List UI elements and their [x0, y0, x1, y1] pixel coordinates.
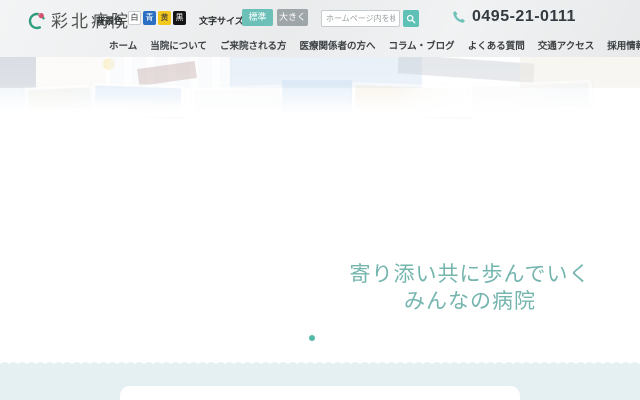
tagline-line1: 寄り添い共に歩んでいく — [335, 261, 605, 288]
bg-color-yellow-button[interactable]: 黄 — [158, 11, 171, 25]
nav-item-column-blog[interactable]: コラム・ブログ — [387, 36, 455, 54]
bottom-content-card — [120, 386, 520, 400]
search-icon — [406, 14, 416, 24]
phone-icon — [452, 10, 466, 24]
bg-color-blue-button[interactable]: 青 — [143, 11, 156, 25]
nav-item-access[interactable]: 交通アクセス — [537, 36, 596, 54]
hero-tagline: 寄り添い共に歩んでいく みんなの病院 — [335, 261, 605, 315]
phone-link[interactable]: 0495-21-0111 — [452, 8, 576, 26]
tagline-line2: みんなの病院 — [335, 288, 605, 315]
site-search — [321, 10, 419, 27]
main-nav: ホーム 当院について ご来院される方 医療関係者の方へ コラム・ブログ よくある… — [108, 36, 640, 54]
page: 彩北病院 背景色 白 青 黄 黒 文字サイズ 標準 大きく — [0, 0, 640, 400]
search-button[interactable] — [403, 10, 419, 27]
nav-item-about[interactable]: 当院について — [149, 36, 208, 54]
hero-fade-overlay — [0, 57, 640, 117]
text-size-label: 文字サイズ — [199, 14, 244, 27]
logo-mark-icon — [27, 10, 47, 30]
header: 彩北病院 背景色 白 青 黄 黒 文字サイズ 標準 大きく — [0, 0, 640, 57]
nav-item-visitors[interactable]: ご来院される方 — [219, 36, 288, 54]
text-size-buttons: 標準 大きく — [242, 9, 308, 26]
nav-item-faq[interactable]: よくある質問 — [467, 36, 526, 54]
bg-color-label: 背景色 — [96, 14, 123, 27]
nav-item-home[interactable]: ホーム — [108, 36, 138, 54]
text-size-standard-button[interactable]: 標準 — [242, 9, 273, 26]
text-size-large-button[interactable]: 大きく — [277, 9, 308, 26]
bg-color-white-button[interactable]: 白 — [128, 11, 141, 25]
bg-color-black-button[interactable]: 黒 — [173, 11, 186, 25]
nav-item-medical-professionals[interactable]: 医療関係者の方へ — [298, 36, 376, 54]
phone-number: 0495-21-0111 — [472, 8, 576, 26]
nav-item-recruit[interactable]: 採用情報 — [606, 36, 640, 54]
bg-color-buttons: 白 青 黄 黒 — [128, 11, 186, 25]
search-input[interactable] — [321, 10, 400, 27]
carousel-dot[interactable] — [309, 335, 315, 341]
